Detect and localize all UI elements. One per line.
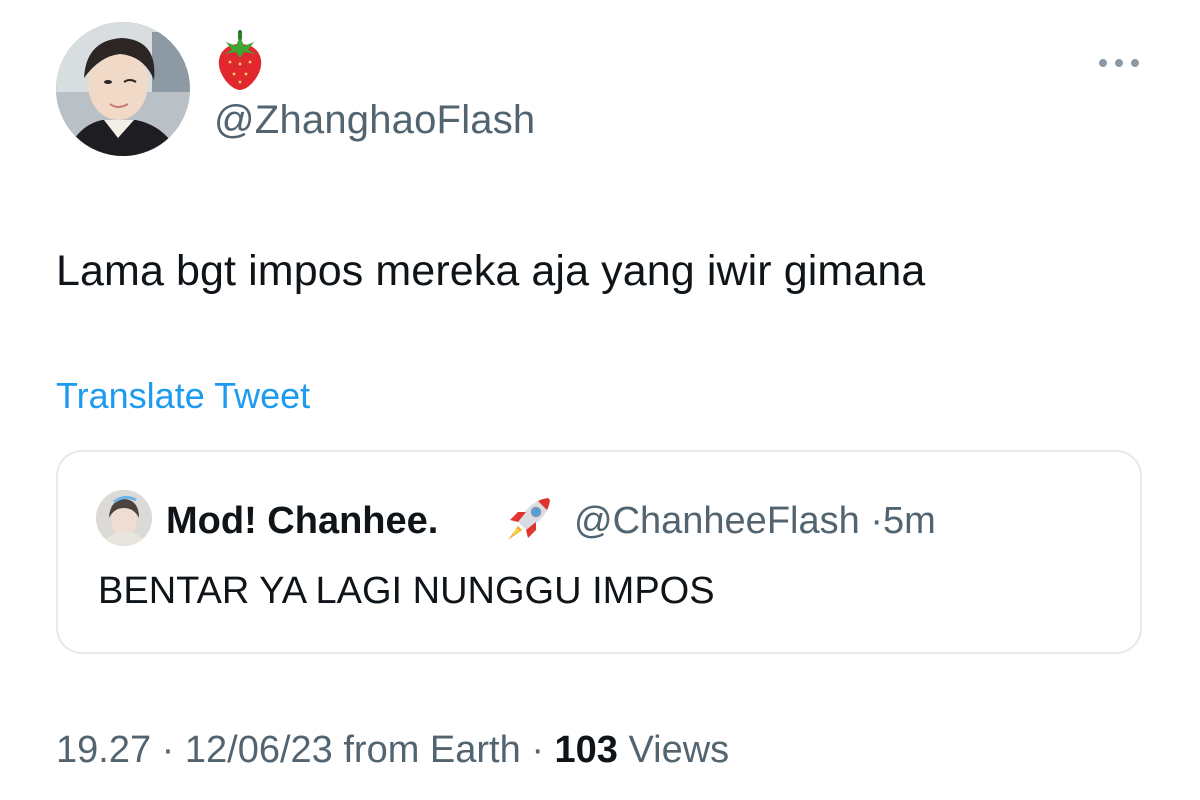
author-avatar[interactable] <box>56 22 190 156</box>
quoted-tweet-meta: @ChanheeFlash ·5m <box>574 498 936 544</box>
views-count[interactable]: 103 <box>555 729 618 771</box>
quoted-tweet-time: 5m <box>882 500 936 542</box>
tweet-source: from Earth <box>343 729 521 771</box>
tweet-time[interactable]: 19.27 <box>56 729 151 771</box>
quoted-author-avatar <box>96 490 152 546</box>
views-label: Views <box>628 729 730 771</box>
author-handle[interactable]: @ZhanghaoFlash <box>214 96 535 144</box>
meta-separator: · <box>161 729 175 771</box>
meta-separator: · <box>531 729 544 771</box>
tweet-text: Lama bgt impos mereka aja yang iwir gima… <box>56 247 926 295</box>
quoted-tweet-card[interactable]: Mod! Chanhee. @ChanheeFlash ·5m BENTAR Y… <box>56 450 1142 654</box>
strawberry-emoji-icon <box>214 30 266 92</box>
tweet-date[interactable]: 12/06/23 <box>185 729 333 771</box>
tweet-detail: @ZhanghaoFlash Lama bgt impos mereka aja… <box>0 0 1200 800</box>
quoted-author-name: Mod! Chanhee. <box>166 500 439 542</box>
quoted-author-handle: @ChanheeFlash <box>574 500 860 542</box>
more-options-icon[interactable] <box>1094 50 1144 76</box>
translate-tweet-link[interactable]: Translate Tweet <box>56 374 310 418</box>
rocket-emoji-icon <box>498 490 558 550</box>
meta-separator: · <box>870 500 883 542</box>
tweet-meta: 19.27 · 12/06/23 from Earth · 103 Views <box>56 726 729 774</box>
quoted-tweet-text: BENTAR YA LAGI NUNGGU IMPOS <box>98 570 715 612</box>
